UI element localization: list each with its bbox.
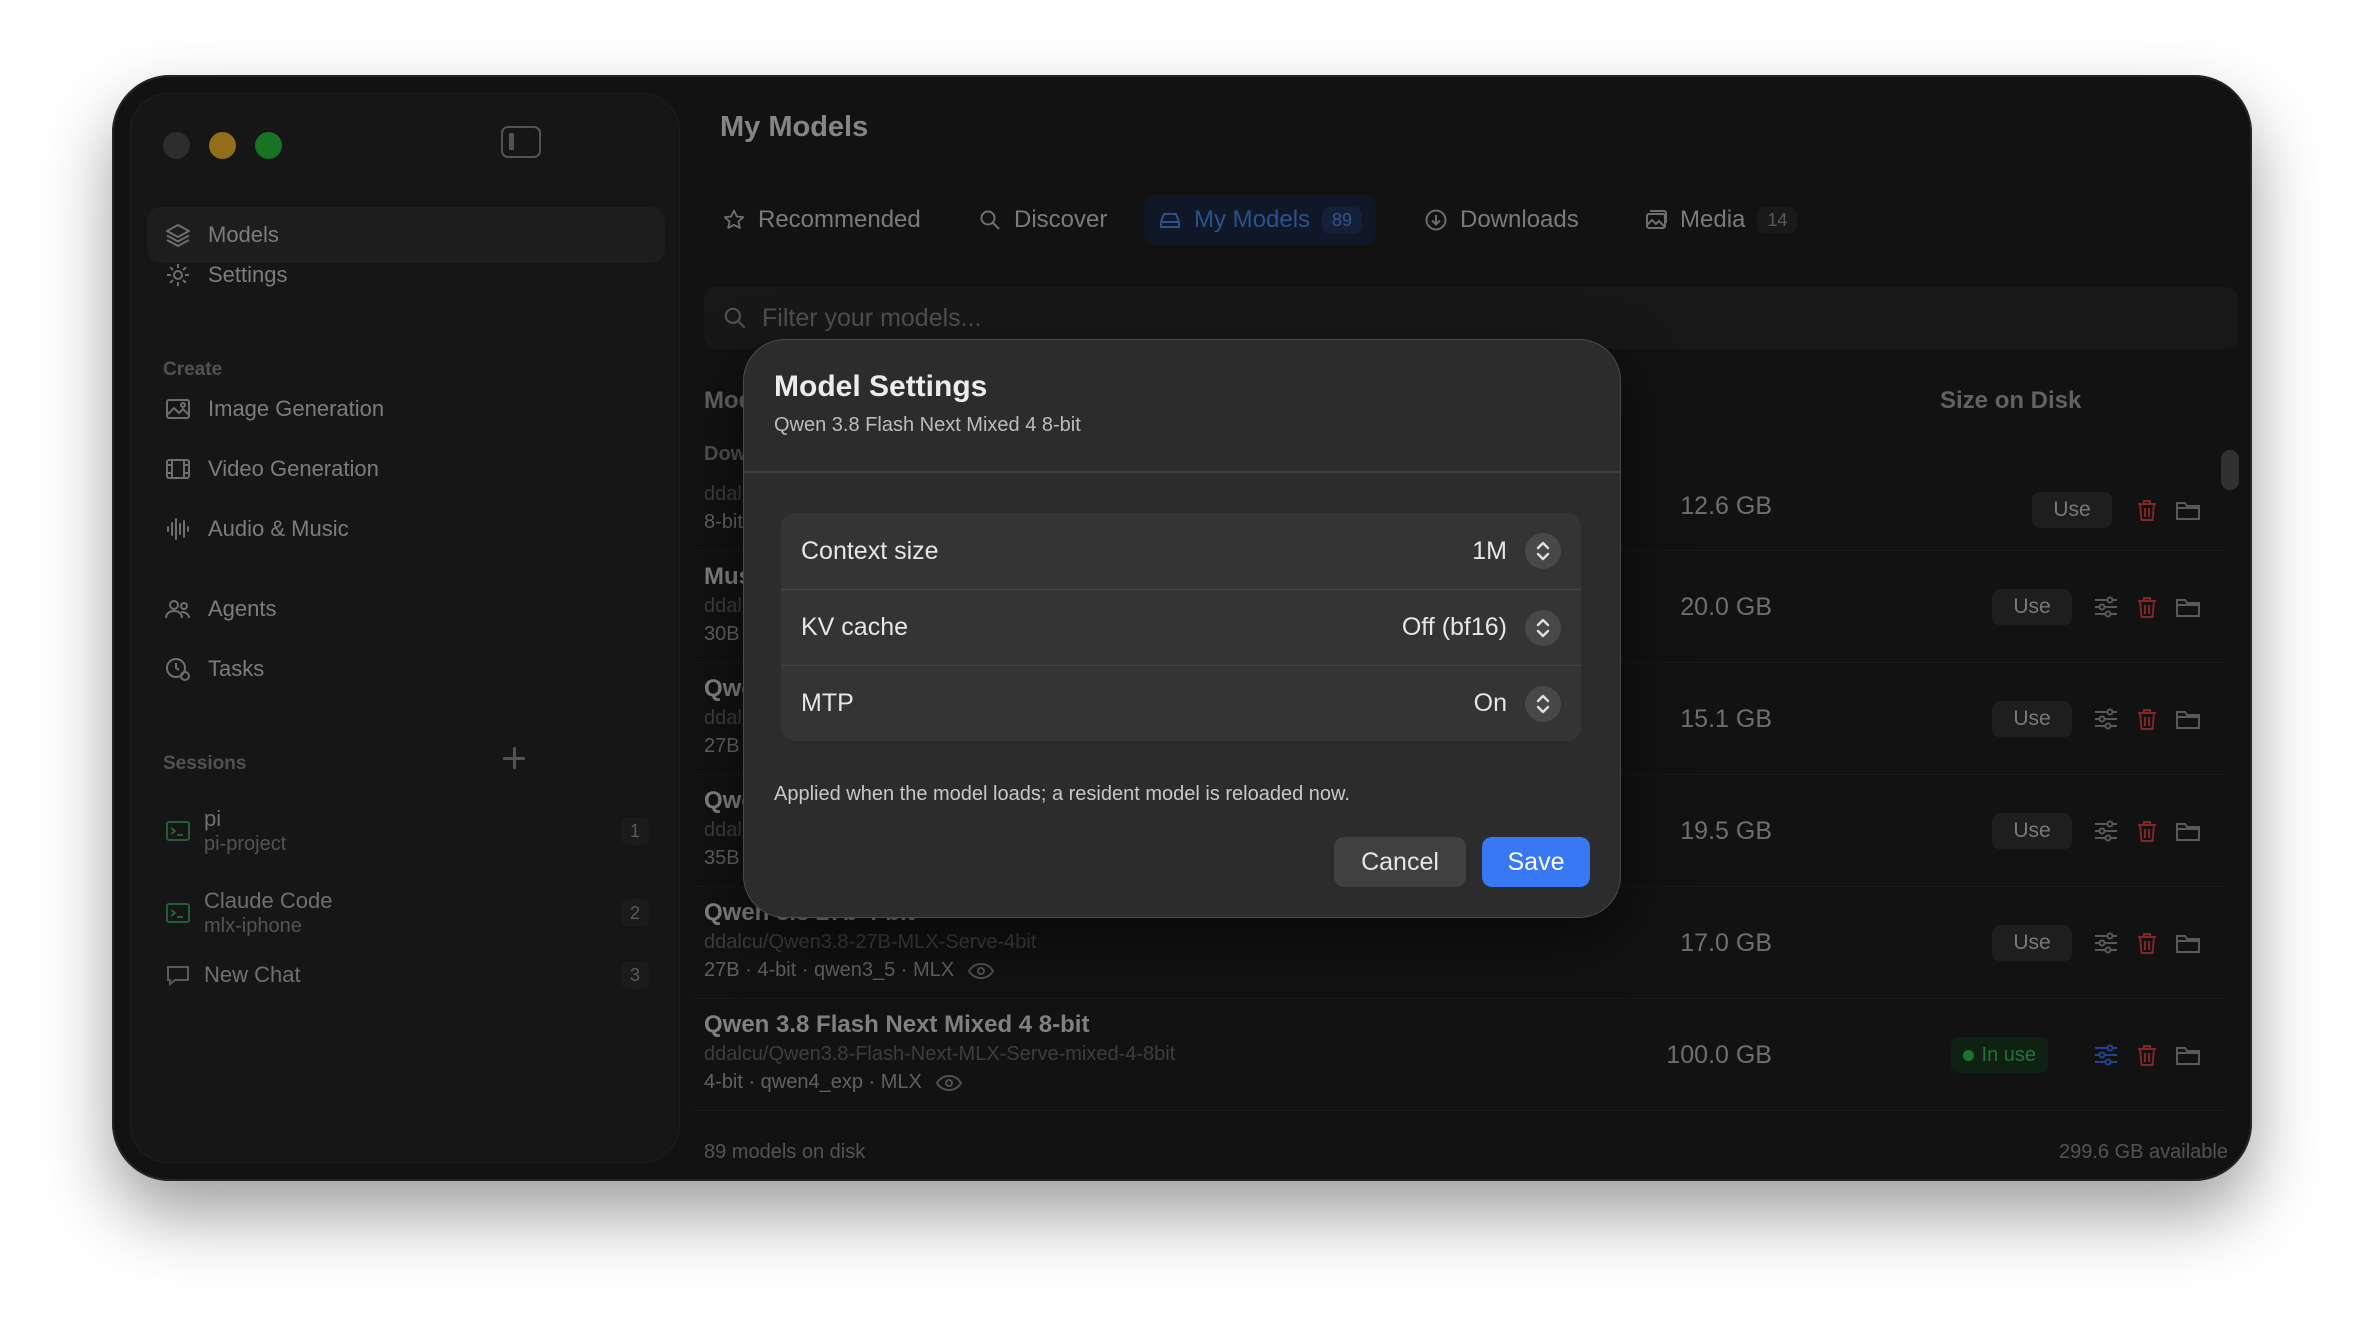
setting-kv-cache: KV cache Off (bf16) bbox=[781, 589, 1581, 665]
divider bbox=[744, 471, 1620, 473]
chevron-up-down-icon[interactable] bbox=[1525, 533, 1561, 569]
setting-mtp: MTP On bbox=[781, 665, 1581, 741]
setting-context-size: Context size 1M bbox=[781, 513, 1581, 589]
setting-value[interactable]: Off (bf16) bbox=[1402, 613, 1507, 642]
dialog-title: Model Settings bbox=[774, 370, 988, 403]
setting-value[interactable]: On bbox=[1474, 689, 1507, 718]
chevron-up-down-icon[interactable] bbox=[1525, 609, 1561, 646]
model-settings-dialog: Model Settings Qwen 3.8 Flash Next Mixed… bbox=[743, 339, 1621, 918]
dialog-note: Applied when the model loads; a resident… bbox=[774, 783, 1350, 805]
chevron-up-down-icon[interactable] bbox=[1525, 685, 1561, 722]
app-window: Models Settings Create Image Generation … bbox=[112, 75, 2252, 1181]
save-button[interactable]: Save bbox=[1482, 837, 1590, 887]
settings-card: Context size 1M KV cache Off (bf16) MTP … bbox=[781, 513, 1581, 741]
setting-label: KV cache bbox=[801, 613, 909, 641]
cancel-button[interactable]: Cancel bbox=[1334, 837, 1466, 887]
setting-label: MTP bbox=[801, 689, 854, 717]
setting-label: Context size bbox=[801, 536, 939, 565]
setting-value[interactable]: 1M bbox=[1472, 537, 1507, 566]
dialog-subtitle: Qwen 3.8 Flash Next Mixed 4 8-bit bbox=[774, 414, 1081, 436]
